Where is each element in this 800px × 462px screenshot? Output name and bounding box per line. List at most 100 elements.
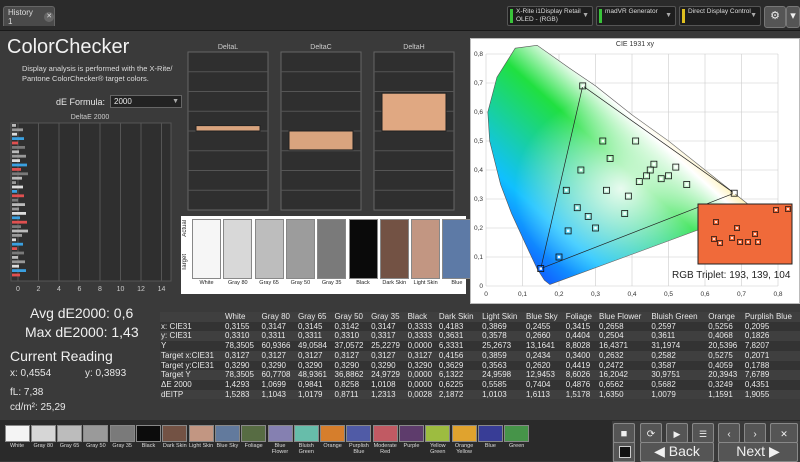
swatch-button[interactable]: Purple	[399, 425, 425, 455]
meter-selector[interactable]: X-Rite i1Display Retail OLED - (RGB) ▼	[507, 6, 593, 26]
chevron-down-icon: ▼	[172, 98, 179, 105]
table-cell: 78,3505	[224, 370, 261, 380]
swatch-button[interactable]: Dark Skin	[162, 425, 188, 455]
table-cell: 36,8862	[333, 370, 371, 380]
measured-point	[674, 165, 677, 169]
cie-x-tick: 0,7	[737, 291, 746, 298]
patch-swatch	[379, 219, 409, 279]
patch-swatch	[411, 219, 441, 279]
swatch-label: Light Skin	[189, 443, 214, 449]
tab-history-1[interactable]: History 1 ✕	[3, 6, 55, 26]
measured-point	[576, 206, 579, 209]
histogram-bar	[12, 128, 23, 132]
swatch-button[interactable]: Moderate Red	[372, 425, 398, 455]
swatch-label: Blue Flower	[271, 443, 289, 455]
table-cell: 30,9751	[650, 370, 708, 380]
swatch-color	[320, 425, 346, 442]
swatch-label: Blue	[484, 443, 496, 449]
patch-label: Black	[356, 280, 370, 286]
swatch-button[interactable]: Blue Sky	[214, 425, 240, 455]
measured-point	[557, 255, 561, 259]
table-header-cell: Black	[406, 312, 438, 322]
histogram-bar	[12, 176, 22, 180]
table-cell: 0,3127	[370, 350, 407, 361]
reading-y: y: 0,3893	[85, 368, 127, 379]
table-cell: 1,5178	[564, 389, 599, 400]
settings-button[interactable]: ⚙	[764, 6, 786, 28]
swatch-button[interactable]: Yellow Green	[425, 425, 451, 455]
menu-button[interactable]: ▾	[786, 6, 800, 28]
cie-diagram: 00 0,1 0,1 0,2 0,2 0,3 0,3 0,4 0,4 0,5 0,5 0,6 0,6 0,…	[474, 44, 793, 298]
table-cell: 0,2472	[598, 360, 651, 371]
formula-select[interactable]: 2000 ▼	[110, 95, 182, 108]
swatch-color	[346, 425, 372, 442]
table-cell: 0,0000	[406, 370, 438, 380]
swatch-button[interactable]: Gray 65	[57, 425, 83, 455]
close-icon: ✕	[780, 429, 788, 439]
swatch-button[interactable]: Bluish Green	[293, 425, 319, 455]
histogram-bar	[12, 234, 22, 237]
generator-selector[interactable]: madVR Generator ▼	[596, 6, 676, 26]
stop-icon: ■	[620, 428, 628, 440]
histogram-bar	[12, 168, 21, 171]
table-cell: 0,3127	[333, 350, 371, 361]
cie-y-tick: 0,1	[474, 254, 483, 261]
table-cell: 0,3147	[260, 321, 298, 332]
table-cell: 37,0572	[333, 341, 371, 351]
playlist-button[interactable]: ☰	[692, 423, 714, 443]
swatch-button[interactable]: Light Skin	[188, 425, 214, 455]
record-button[interactable]	[613, 442, 635, 462]
close-button[interactable]: ✕	[770, 423, 798, 443]
delta-bar	[288, 130, 354, 151]
histogram-bar	[12, 124, 16, 127]
back-button[interactable]: ◀ Back	[640, 442, 714, 462]
reading-x: x: 0,4554	[10, 368, 52, 379]
cie-x-tick: 0	[484, 291, 488, 298]
next-small-button[interactable]: ›	[744, 423, 766, 443]
swatch-button[interactable]: Blue	[477, 425, 503, 455]
swatch-button[interactable]: Purplish Blue	[346, 425, 372, 455]
measured-point	[634, 139, 637, 143]
swatch-button[interactable]: Black	[136, 425, 162, 455]
cie-y-tick: 0	[479, 283, 483, 290]
swatch-button[interactable]: Orange	[320, 425, 346, 455]
cie-y-tick: 0,7	[474, 80, 483, 87]
close-icon[interactable]: ✕	[44, 11, 54, 22]
prev-button[interactable]: ‹	[718, 423, 740, 443]
swatch-button[interactable]: White	[4, 425, 30, 455]
arrow-right-icon: ▶	[765, 443, 780, 459]
table-cell: 1,0103	[481, 389, 526, 400]
delta-bar	[195, 125, 261, 132]
chevron-right-icon: ›	[753, 429, 757, 440]
histogram-tick: 14	[158, 286, 166, 293]
swatch-button[interactable]: Gray 80	[30, 425, 56, 455]
cie-y-tick: 0,6	[474, 109, 483, 116]
histogram-bar	[12, 181, 16, 184]
swatch-color	[109, 425, 135, 442]
table-header-cell: Gray 65	[297, 312, 334, 322]
table-cell: 1,4293	[224, 379, 261, 390]
swatch-button[interactable]: Orange Yellow	[451, 425, 477, 455]
table-cell: 0,3587	[650, 360, 708, 371]
loop-button[interactable]: ⟳	[640, 423, 662, 443]
swatch-label: Black	[141, 443, 156, 449]
swatch-button[interactable]: Gray 50	[83, 425, 109, 455]
table-cell: 0,0000	[406, 341, 438, 351]
histogram-tick: 6	[78, 286, 82, 293]
swatch-button[interactable]: Green	[504, 425, 530, 455]
histogram-bar	[12, 260, 25, 264]
swatch-button[interactable]: Gray 35	[109, 425, 135, 455]
swatch-color	[30, 425, 56, 442]
table-cell: 0,3311	[297, 331, 334, 342]
table-cell: y: CIE31	[160, 331, 224, 342]
swatch-label: Orange Yellow	[454, 443, 474, 455]
swatch-button[interactable]: Blue Flower	[267, 425, 293, 455]
loop-icon: ⟳	[646, 429, 656, 440]
next-button[interactable]: Next ▶	[718, 442, 798, 462]
swatch-button[interactable]: Foliage	[241, 425, 267, 455]
table-cell: ΔE 2000	[160, 379, 224, 390]
table-cell: 0,3578	[481, 331, 526, 342]
play-button[interactable]: ▶	[666, 423, 688, 443]
stop-button[interactable]: ■	[613, 423, 635, 443]
display-control-selector[interactable]: Direct Display Control ▼	[679, 6, 761, 26]
